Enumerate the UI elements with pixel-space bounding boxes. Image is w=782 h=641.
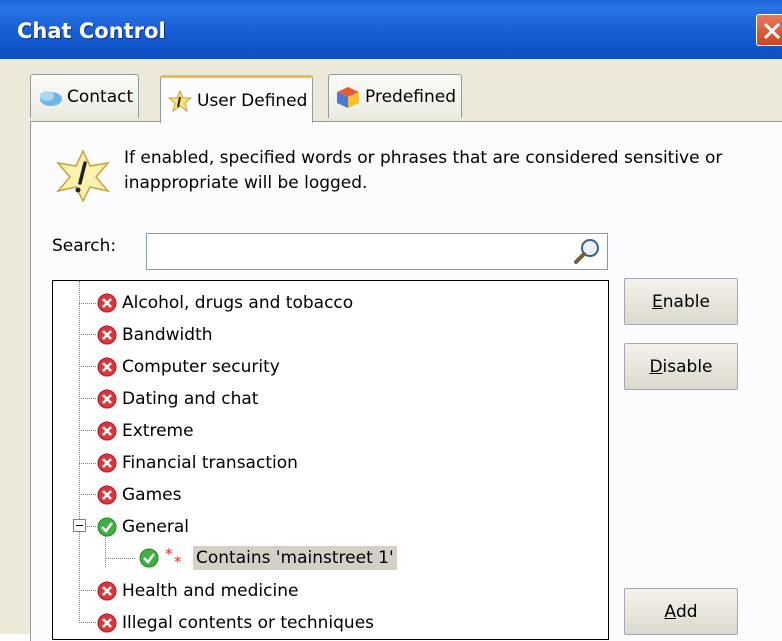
disabled-icon	[97, 453, 117, 473]
enabled-icon	[97, 517, 117, 537]
tree-item[interactable]: Bandwidth	[97, 320, 213, 350]
tree-item[interactable]: General	[97, 512, 189, 542]
tree-item-label: Computer security	[122, 357, 280, 377]
search-button[interactable]	[570, 235, 604, 267]
close-icon	[763, 22, 781, 40]
tree-item-label: Alcohol, drugs and tobacco	[122, 293, 354, 313]
tab-contact[interactable]: Contact	[30, 74, 140, 118]
tree-item-label: Financial transaction	[122, 453, 298, 473]
enable-button[interactable]: Enable	[624, 278, 738, 325]
tab-user-defined[interactable]: User Defined	[160, 75, 314, 123]
tree-item[interactable]: Alcohol, drugs and tobacco	[97, 288, 353, 318]
tree-item[interactable]: Extreme	[97, 416, 194, 446]
disabled-icon	[97, 421, 117, 441]
disabled-icon	[97, 325, 117, 345]
tree-item[interactable]: Dating and chat	[97, 384, 258, 414]
contact-icon	[40, 90, 62, 106]
search-icon	[574, 239, 599, 264]
enabled-icon	[139, 548, 159, 568]
tree-item[interactable]: Computer security	[97, 352, 280, 382]
predefined-icon	[337, 86, 359, 108]
tree-item-label: Bandwidth	[122, 325, 213, 345]
disabled-icon	[97, 581, 117, 601]
tree-item-label: General	[122, 517, 189, 537]
tree-item-label: Games	[122, 485, 182, 505]
tree-item-label: Illegal contents or techniques	[122, 613, 375, 633]
category-tree[interactable]: Alcohol, drugs and tobacco Bandwidth Com…	[52, 280, 609, 640]
collapse-toggle[interactable]	[73, 519, 86, 532]
tree-item-label: Health and medicine	[122, 581, 299, 601]
tree-item-label: Contains 'mainstreet 1'	[193, 546, 397, 570]
svg-text:*: *	[174, 553, 182, 569]
window-title: Chat Control	[17, 19, 166, 43]
disable-button[interactable]: Disable	[624, 343, 738, 390]
svg-text:*: *	[165, 547, 173, 563]
tree-item-selected[interactable]: * * Contains 'mainstreet 1'	[139, 543, 397, 573]
disabled-icon	[97, 357, 117, 377]
tree-item-label: Dating and chat	[122, 389, 259, 409]
disabled-icon	[97, 293, 117, 313]
tab-predefined[interactable]: Predefined	[328, 74, 463, 118]
add-button[interactable]: Add	[624, 588, 738, 635]
title-bar: Chat Control	[0, 0, 782, 59]
search-label: Search:	[52, 236, 117, 256]
disabled-icon	[97, 485, 117, 505]
disabled-icon	[97, 613, 117, 633]
tree-item-label: Extreme	[122, 421, 194, 441]
search-input[interactable]	[146, 233, 608, 270]
tab-label: User Defined	[197, 90, 308, 111]
asterisk-icon: * *	[165, 547, 182, 569]
tree-item[interactable]: Financial transaction	[97, 448, 298, 478]
tree-item[interactable]: Games	[97, 480, 181, 510]
tab-label: Contact	[67, 86, 134, 107]
info-text: If enabled, specified words or phrases t…	[124, 148, 723, 193]
disabled-icon	[97, 389, 117, 409]
info-star-icon	[55, 149, 111, 203]
tab-label: Predefined	[365, 86, 457, 107]
user-defined-icon	[167, 89, 193, 112]
tree-item[interactable]: Health and medicine	[97, 576, 298, 606]
close-button[interactable]	[756, 14, 782, 46]
